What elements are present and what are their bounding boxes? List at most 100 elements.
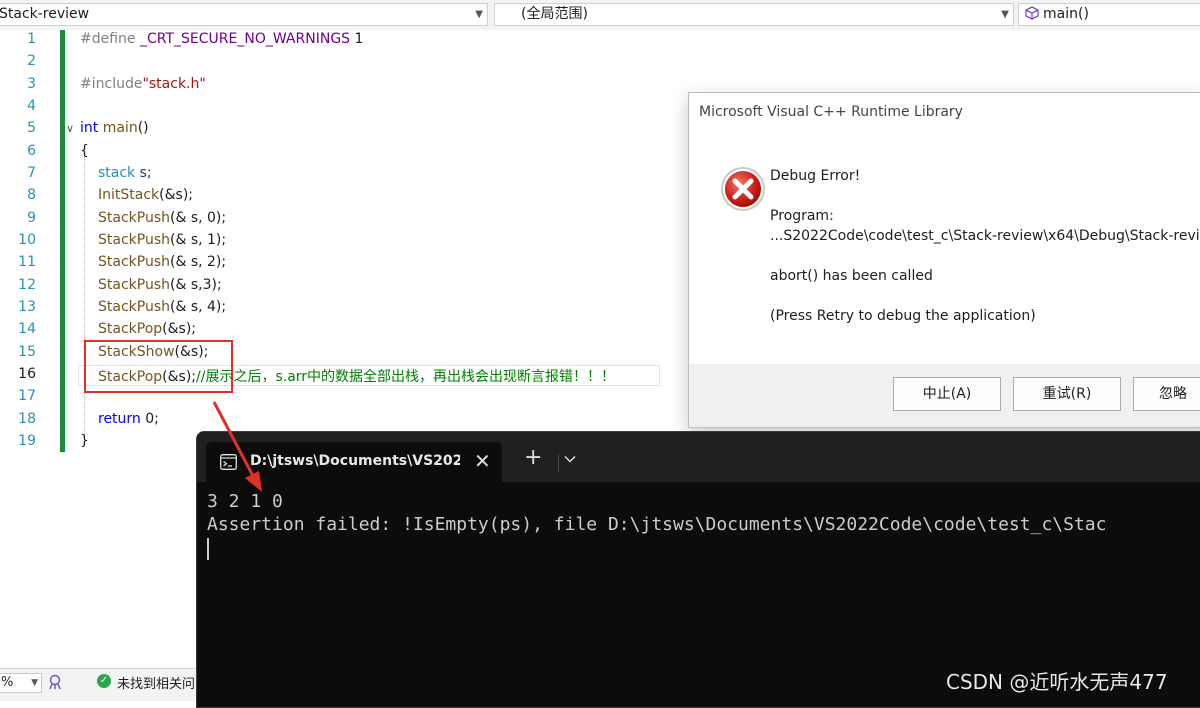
close-icon[interactable]: ✕ bbox=[474, 449, 491, 473]
code-line: #define _CRT_SECURE_NO_WARNINGS 1 bbox=[80, 31, 363, 47]
function-call: StackPush bbox=[98, 254, 170, 270]
navigation-bar: Stack-review ▼ (全局范围) ▼ main() bbox=[0, 0, 1200, 31]
code-line: StackPush(& s, 2); bbox=[98, 254, 226, 270]
error-message: abort() has been called bbox=[770, 268, 933, 284]
line-number: 15 bbox=[18, 344, 36, 360]
function-call: InitStack bbox=[98, 187, 160, 203]
macro-value: 1 bbox=[354, 31, 364, 47]
new-tab-plus-icon[interactable]: + bbox=[524, 446, 542, 470]
macro-name: _CRT_SECURE_NO_WARNINGS bbox=[140, 31, 351, 47]
terminal-tab-bar: D:\jtsws\Documents\VS2022C ✕ + bbox=[197, 432, 1200, 482]
type-name: stack bbox=[98, 165, 136, 181]
retry-button[interactable]: 重试(R) bbox=[1013, 377, 1121, 411]
keyword: return bbox=[98, 411, 141, 427]
code-line: } bbox=[80, 433, 89, 449]
code-token: () bbox=[137, 120, 149, 136]
program-label: Program: bbox=[770, 208, 834, 224]
dialog-hint: (Press Retry to debug the application) bbox=[770, 308, 1036, 324]
line-number: 5 bbox=[27, 120, 36, 136]
code-line: InitStack(&s); bbox=[98, 187, 193, 203]
line-number: 7 bbox=[27, 165, 36, 181]
line-number: 18 bbox=[18, 411, 36, 427]
line-number: 3 bbox=[27, 76, 36, 92]
function-call: StackPop bbox=[98, 321, 163, 337]
function-call: StackPush bbox=[98, 232, 170, 248]
preprocessor-directive: #include bbox=[80, 76, 143, 92]
line-number: 14 bbox=[18, 321, 36, 337]
dialog-title: Microsoft Visual C++ Runtime Library bbox=[699, 104, 963, 120]
chevron-down-icon: ▼ bbox=[31, 678, 38, 688]
variable: s; bbox=[139, 165, 152, 181]
method-cube-icon bbox=[1025, 6, 1039, 20]
code-line: StackPush(& s, 1); bbox=[98, 232, 226, 248]
chevron-down-icon: ▼ bbox=[475, 9, 483, 20]
code-line: int main() bbox=[80, 120, 149, 136]
code-token: (& s, 1); bbox=[170, 232, 227, 248]
chevron-down-icon[interactable] bbox=[563, 452, 577, 466]
zoom-dropdown[interactable]: % ▼ bbox=[0, 673, 42, 693]
terminal-tab-title: D:\jtsws\Documents\VS2022C bbox=[250, 453, 460, 469]
runtime-error-dialog: Microsoft Visual C++ Runtime Library Deb… bbox=[688, 92, 1200, 428]
code-line: return 0; bbox=[98, 411, 159, 427]
scope-name: (全局范围) bbox=[521, 6, 588, 22]
status-message: 未找到相关问 bbox=[117, 677, 196, 692]
check-circle-icon: ✓ bbox=[97, 674, 111, 688]
function-call: StackPush bbox=[98, 299, 170, 315]
code-line: StackPush(& s,3); bbox=[98, 277, 222, 293]
code-comment: //展示之后，s.arr中的数据全部出栈，再出栈会出现断言报错！！！ bbox=[196, 369, 616, 385]
line-number: 4 bbox=[27, 98, 36, 114]
abort-button[interactable]: 中止(A) bbox=[893, 377, 1001, 411]
error-icon bbox=[721, 167, 765, 211]
line-number: 13 bbox=[18, 299, 36, 315]
line-number: 10 bbox=[18, 232, 36, 248]
preprocessor-directive: #define bbox=[80, 31, 136, 47]
terminal-cursor bbox=[207, 538, 209, 560]
program-path: ...S2022Code\code\test_c\Stack-review\x6… bbox=[770, 228, 1200, 244]
code-line: { bbox=[80, 143, 89, 159]
project-dropdown[interactable]: Stack-review ▼ bbox=[0, 3, 488, 26]
code-token: (& s, 4); bbox=[170, 299, 227, 315]
code-token: (& s, 2); bbox=[170, 254, 227, 270]
code-line: stack s; bbox=[98, 165, 152, 181]
code-cleanup-icon[interactable] bbox=[47, 674, 63, 690]
tab-divider bbox=[558, 454, 559, 472]
line-number: 2 bbox=[27, 53, 36, 69]
code-token: (&s); bbox=[159, 187, 193, 203]
chevron-down-icon: ▼ bbox=[1001, 9, 1009, 20]
function-call: StackPush bbox=[98, 277, 170, 293]
function-dropdown[interactable]: main() bbox=[1018, 3, 1200, 26]
code-line: #include"stack.h" bbox=[80, 76, 206, 92]
code-line: StackPush(& s, 0); bbox=[98, 210, 226, 226]
project-name: Stack-review bbox=[0, 6, 90, 22]
function-identifier: main bbox=[102, 120, 138, 136]
code-token: (& s, 0); bbox=[170, 210, 227, 226]
line-number: 11 bbox=[18, 254, 36, 270]
include-file: "stack.h" bbox=[142, 76, 206, 92]
code-line: StackPop(&s); bbox=[98, 321, 196, 337]
line-number: 19 bbox=[18, 433, 36, 449]
terminal-output-line: 3 2 1 0 bbox=[207, 491, 283, 512]
code-token: (&s); bbox=[162, 321, 197, 337]
ignore-button[interactable]: 忽略 bbox=[1133, 377, 1200, 411]
terminal-output-line: Assertion failed: !IsEmpty(ps), file D:\… bbox=[207, 514, 1107, 535]
code-line: StackPush(& s, 4); bbox=[98, 299, 226, 315]
function-call: StackPush bbox=[98, 210, 170, 226]
scope-dropdown[interactable]: (全局范围) ▼ bbox=[494, 3, 1014, 26]
line-number: 12 bbox=[18, 277, 36, 293]
annotation-highlight-box bbox=[84, 340, 233, 393]
dialog-heading: Debug Error! bbox=[770, 168, 861, 184]
line-number: 8 bbox=[27, 187, 36, 203]
terminal-tab[interactable]: D:\jtsws\Documents\VS2022C ✕ bbox=[206, 442, 502, 482]
code-token: (& s,3); bbox=[170, 277, 222, 293]
collapse-chevron-icon[interactable]: ∨ bbox=[66, 122, 74, 135]
line-number: 1 bbox=[27, 31, 36, 47]
indent-guide bbox=[84, 152, 85, 438]
change-indicator-bar bbox=[60, 30, 65, 452]
keyword: int bbox=[80, 120, 99, 136]
line-number-current: 16 bbox=[18, 366, 36, 382]
watermark: CSDN @近听水无声477 bbox=[946, 670, 1168, 694]
code-token: 0; bbox=[145, 411, 159, 427]
function-name: main() bbox=[1043, 6, 1089, 22]
line-number: 6 bbox=[27, 143, 36, 159]
line-number: 17 bbox=[18, 388, 36, 404]
